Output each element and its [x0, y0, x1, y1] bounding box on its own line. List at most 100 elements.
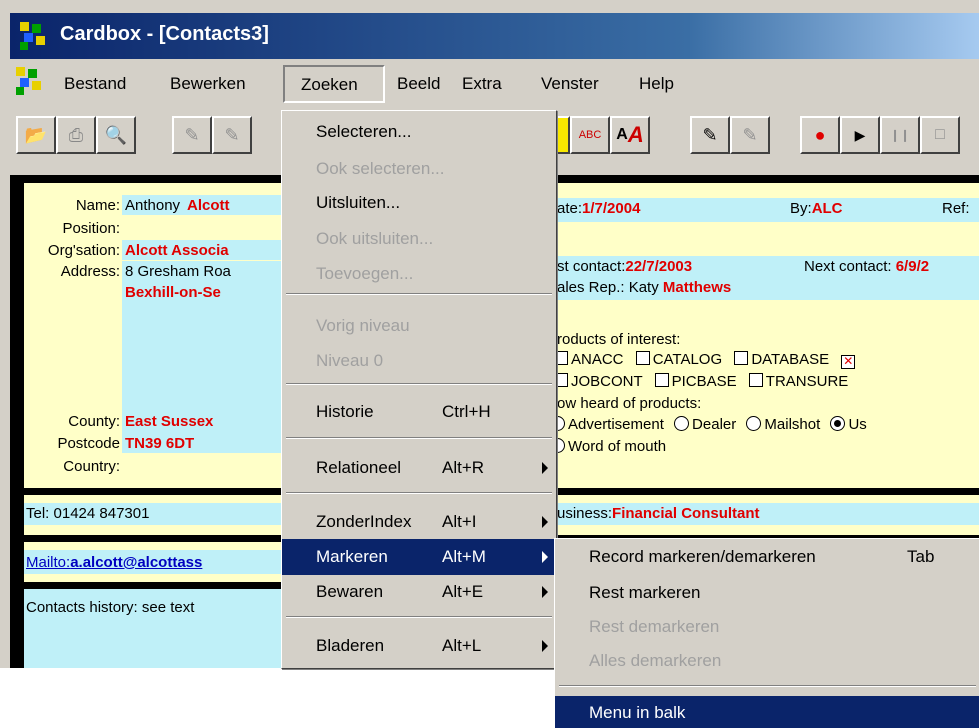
menu-venster[interactable]: Venster: [541, 74, 599, 94]
document-icon[interactable]: [16, 67, 44, 95]
submenu-arrow-icon: [542, 551, 548, 563]
name-first[interactable]: Anthony: [125, 197, 180, 214]
menu-item-ook-uitsluiten[interactable]: Ook uitsluiten...: [282, 221, 556, 257]
menu-item-bladeren[interactable]: Bladeren Alt+L: [282, 628, 556, 664]
history-field[interactable]: Contacts history: see text: [26, 599, 194, 616]
org-value[interactable]: Alcott Associa: [125, 242, 229, 259]
menu-separator: [286, 492, 552, 494]
menu-item-zonderindex[interactable]: ZonderIndex Alt+I: [282, 504, 556, 540]
record-icon[interactable]: ●: [800, 116, 840, 154]
radio-mailshot[interactable]: [746, 416, 762, 431]
edit-icon[interactable]: ✎: [172, 116, 212, 154]
submenu-item-menu-in-balk[interactable]: Menu in balk: [555, 696, 979, 728]
mailto-link[interactable]: Mailto:a.alcott@alcottass: [26, 554, 202, 571]
menu-bestand[interactable]: Bestand: [64, 74, 126, 94]
menu-item-shortcut: Ctrl+H: [442, 402, 491, 421]
business-value: Financial Consultant: [612, 505, 760, 522]
org-label: Org'sation:: [47, 242, 120, 259]
edit2-icon[interactable]: ✎: [212, 116, 252, 154]
menu-item-label: Selecteren...: [316, 122, 412, 141]
menu-help[interactable]: Help: [639, 74, 674, 94]
submenu-arrow-icon: [542, 586, 548, 598]
menu-extra[interactable]: Extra: [462, 74, 502, 94]
menu-item-selecteren[interactable]: Selecteren...: [282, 114, 556, 150]
spell-icon[interactable]: ABC: [570, 116, 610, 154]
play-icon[interactable]: ▶: [840, 116, 880, 154]
menu-separator: [286, 437, 552, 439]
menu-zoeken[interactable]: Zoeken: [283, 65, 385, 103]
menu-item-shortcut: Alt+E: [442, 582, 484, 601]
address-label: Address:: [60, 263, 120, 280]
next-contact-label: Next contact:: [804, 258, 892, 275]
heard-word-of-mouth: Word of mouth: [568, 438, 667, 455]
submenu-arrow-icon: [542, 516, 548, 528]
menu-item-bewaren[interactable]: Bewaren Alt+E: [282, 574, 556, 610]
menu-item-label: Rest demarkeren: [589, 617, 720, 636]
checkbox-catalog[interactable]: [635, 351, 650, 365]
menu-item-ook-selecteren[interactable]: Ook selecteren...: [282, 151, 556, 187]
menu-separator: [559, 685, 976, 687]
submenu-item-rest-demarkeren[interactable]: Rest demarkeren: [555, 609, 979, 645]
print-icon[interactable]: ⎙: [56, 116, 96, 154]
county-value[interactable]: East Sussex: [125, 413, 213, 430]
cardbox-app-icon: [20, 22, 48, 50]
menu-bewerken[interactable]: Bewerken: [170, 74, 246, 94]
name-last[interactable]: Alcott: [187, 197, 230, 214]
menu-item-uitsluiten[interactable]: Uitsluiten...: [282, 185, 556, 221]
menu-item-shortcut: Alt+L: [442, 636, 482, 655]
menu-item-label: Markeren: [316, 547, 388, 566]
heard-label: ow heard of products:: [557, 395, 702, 412]
last-contact-value: 22/7/2003: [625, 258, 693, 275]
product-catalog: CATALOG: [652, 351, 723, 368]
submenu-item-record-markeren[interactable]: Record markeren/demarkeren Tab: [555, 539, 979, 575]
menu-separator: [286, 383, 552, 385]
sales-rep-field[interactable]: ales Rep.: Katy Matthews: [557, 279, 731, 296]
county-label: County:: [68, 413, 120, 430]
stop-icon[interactable]: □: [920, 116, 960, 154]
menu-item-toevoegen[interactable]: Toevoegen...: [282, 256, 556, 292]
menu-item-vorig-niveau[interactable]: Vorig niveau: [282, 308, 556, 344]
menu-beeld[interactable]: Beeld: [397, 74, 440, 94]
address-line1[interactable]: 8 Gresham Roa: [125, 263, 231, 280]
submenu-arrow-icon: [542, 640, 548, 652]
submenu-item-rest-markeren[interactable]: Rest markeren: [555, 575, 979, 611]
business-label: usiness:: [557, 505, 613, 522]
menu-item-shortcut: Alt+R: [442, 458, 485, 477]
checkbox-transure[interactable]: [748, 373, 763, 387]
menu-item-shortcut: Alt+I: [442, 512, 477, 531]
menu-item-niveau-0[interactable]: Niveau 0: [282, 343, 556, 379]
menu-item-historie[interactable]: Historie Ctrl+H: [282, 394, 556, 430]
postcode-value[interactable]: TN39 6DT: [125, 435, 194, 452]
radio-dealer[interactable]: [674, 416, 690, 431]
preview-icon[interactable]: 🔍: [96, 116, 136, 154]
next-contact-value: 6/9/2: [895, 258, 930, 275]
menu-item-label: Ook selecteren...: [316, 159, 445, 178]
checkbox-picbase[interactable]: [654, 373, 669, 387]
product-jobcont: JOBCONT: [571, 373, 643, 390]
font-icon[interactable]: AA: [610, 116, 650, 154]
country-label: Country:: [63, 458, 120, 475]
menu-item-markeren[interactable]: Markeren Alt+M: [282, 539, 556, 575]
by-field[interactable]: By:ALC: [790, 200, 843, 217]
menu-item-relationeel[interactable]: Relationeel Alt+R: [282, 450, 556, 486]
menu-separator: [286, 293, 552, 295]
date-label: ate:: [557, 200, 583, 217]
date-field[interactable]: ate:1/7/2004: [557, 200, 640, 217]
menu-item-shortcut: Tab: [907, 547, 935, 566]
business-field[interactable]: usiness:Financial Consultant: [557, 505, 760, 522]
submenu-item-alles-demarkeren[interactable]: Alles demarkeren: [555, 643, 979, 679]
pause-icon[interactable]: ❙❙: [880, 116, 920, 154]
draw2-icon[interactable]: ✎: [730, 116, 770, 154]
checkbox-checked[interactable]: ✕: [841, 355, 856, 369]
draw-icon[interactable]: ✎: [690, 116, 730, 154]
tel-field[interactable]: Tel: 01424 847301: [26, 505, 149, 522]
menu-item-label: Rest markeren: [589, 583, 701, 602]
last-contact-field[interactable]: st contact:22/7/2003: [557, 258, 692, 275]
name-label: Name:: [75, 197, 120, 214]
address-line2[interactable]: Bexhill-on-Se: [125, 284, 221, 301]
checkbox-database[interactable]: [734, 351, 749, 365]
radio-us[interactable]: [830, 416, 846, 431]
open-icon[interactable]: 📂: [16, 116, 56, 154]
menu-item-label: Vorig niveau: [316, 316, 410, 335]
next-contact-field[interactable]: Next contact: 6/9/2: [804, 258, 929, 275]
